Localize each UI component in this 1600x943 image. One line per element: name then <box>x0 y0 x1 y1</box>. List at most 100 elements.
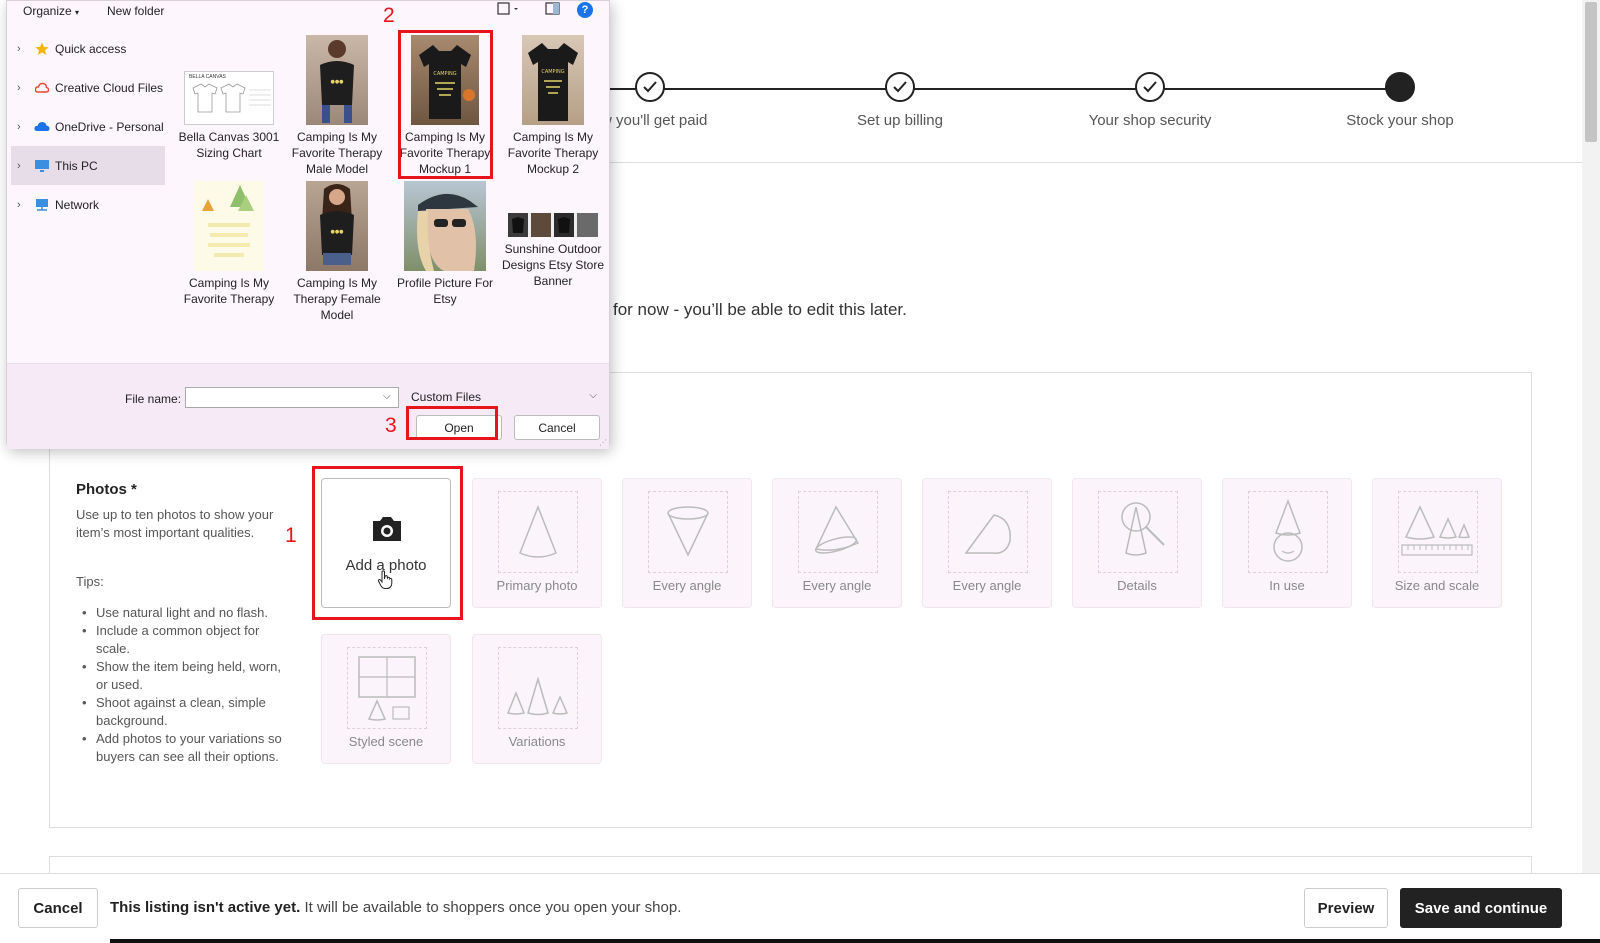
cone-lying-icon <box>964 514 1011 554</box>
photo-slot-every-angle-1[interactable]: Every angle <box>622 478 752 608</box>
listing-status-note: This listing isn't active yet. It will b… <box>110 899 681 916</box>
edit-later-note: for now - you’ll be able to edit this la… <box>613 300 907 319</box>
window-scene-icon <box>358 656 416 721</box>
check-icon <box>635 72 665 102</box>
navigation-pane: › Quick access › Creative Cloud Files › … <box>7 29 165 224</box>
svg-text:●●●: ●●● <box>330 79 344 85</box>
photo-slot-in-use[interactable]: In use <box>1222 478 1352 608</box>
slot-label: Styled scene <box>348 734 424 749</box>
female-model-photo-icon: ●●● <box>320 184 354 265</box>
photo-slot-every-angle-2[interactable]: Every angle <box>772 478 902 608</box>
chevron-right-icon[interactable]: › <box>17 160 33 172</box>
nav-label: Quick access <box>55 41 127 56</box>
step-label: Set up billing <box>857 112 943 129</box>
file-thumbnail <box>194 181 264 271</box>
photo-slot-every-angle-3[interactable]: Every angle <box>922 478 1052 608</box>
file-type-value: Custom Files <box>411 390 482 404</box>
tips-list: Use natural light and no flash. Include … <box>76 604 286 766</box>
three-cones-icon <box>506 676 569 716</box>
file-thumbnail: CAMPING <box>522 35 584 125</box>
annotation-number: 1 <box>285 524 297 547</box>
male-model-photo-icon: ●●● <box>320 40 354 123</box>
cloud-icon <box>33 120 51 134</box>
cancel-button[interactable]: Cancel <box>18 888 98 928</box>
nav-item-creative-cloud[interactable]: › Creative Cloud Files <box>7 68 165 107</box>
file-item[interactable]: CAMPING Camping Is My Favorite Therapy M… <box>501 35 605 177</box>
page-scrollbar[interactable] <box>1582 0 1600 873</box>
listing-status-bold: This listing isn't active yet. <box>110 899 301 916</box>
check-icon <box>1135 72 1165 102</box>
file-name: Bella Canvas 3001 Sizing Chart <box>178 130 280 160</box>
file-type-select[interactable]: Custom Files ⌵ <box>407 387 603 408</box>
slot-label: In use <box>1269 578 1305 593</box>
file-thumbnail: BELLA CANVAS <box>184 71 274 125</box>
nav-label: Creative Cloud Files <box>55 80 164 95</box>
step-security: Your shop security <box>1050 72 1250 129</box>
file-item[interactable]: Profile Picture For Etsy <box>393 181 497 307</box>
chevron-right-icon[interactable]: › <box>17 199 33 211</box>
scrollbar-thumb[interactable] <box>1585 2 1597 142</box>
nav-item-this-pc[interactable]: › This PC <box>11 146 165 185</box>
view-options-icon[interactable] <box>497 2 521 19</box>
new-folder-button[interactable]: New folder <box>107 4 164 18</box>
file-name: Camping Is My Favorite Therapy <box>183 276 275 306</box>
file-item[interactable]: Sunshine Outdoor Designs Etsy Store Bann… <box>501 213 605 289</box>
dialog-cancel-button[interactable]: Cancel <box>514 415 600 440</box>
nav-item-quick-access[interactable]: › Quick access <box>7 29 165 68</box>
organize-menu[interactable]: Organize ▾ <box>23 4 79 18</box>
file-thumbnail: ●●● <box>306 35 368 125</box>
magnifier-cone-icon <box>1121 502 1165 556</box>
file-thumbnail <box>508 213 598 237</box>
file-item[interactable]: BELLA CANVAS Bella Canvas 3001 Sizing Ch… <box>177 71 281 161</box>
cone-top-icon <box>667 506 709 557</box>
chevron-right-icon[interactable]: › <box>17 121 33 133</box>
nav-item-network[interactable]: › Network <box>7 185 165 224</box>
file-name-input[interactable] <box>185 387 399 408</box>
file-name: Sunshine Outdoor Designs Etsy Store Bann… <box>501 242 605 288</box>
help-icon[interactable]: ? <box>577 2 593 18</box>
step-billing: Set up billing <box>800 72 1000 129</box>
resize-grip-icon[interactable]: ⋰ <box>599 438 607 447</box>
photo-slot-variations[interactable]: Variations <box>472 634 602 764</box>
chevron-right-icon[interactable]: › <box>17 82 33 94</box>
slot-label: Primary photo <box>496 578 578 593</box>
network-icon <box>33 198 51 212</box>
file-item[interactable]: Camping Is My Favorite Therapy <box>177 181 281 307</box>
photo-slot-size-scale[interactable]: Size and scale <box>1372 478 1502 608</box>
tshirt-mockup-icon: CAMPING <box>528 43 578 121</box>
file-name: Camping Is My Favorite Therapy Male Mode… <box>291 130 383 176</box>
photo-slot-details[interactable]: Details <box>1072 478 1202 608</box>
file-name-label: File name: <box>125 392 182 406</box>
save-and-continue-button[interactable]: Save and continue <box>1400 888 1562 928</box>
slot-label: Every angle <box>952 578 1022 593</box>
file-item[interactable]: ●●● Camping Is My Favorite Therapy Male … <box>285 35 389 177</box>
preview-pane-icon[interactable] <box>545 2 561 19</box>
nav-item-onedrive[interactable]: › OneDrive - Personal <box>7 107 165 146</box>
preview-button[interactable]: Preview <box>1304 888 1388 928</box>
chevron-down-icon[interactable]: ⌵ <box>383 391 391 402</box>
chevron-right-icon[interactable]: › <box>17 43 33 55</box>
annotation-number: 2 <box>383 4 395 27</box>
file-item[interactable]: ●●● Camping Is My Therapy Female Model <box>285 181 389 323</box>
photos-title: Photos * <box>76 481 137 498</box>
photo-slot-primary[interactable]: Primary photo <box>472 478 602 608</box>
file-thumbnail <box>404 181 486 271</box>
organize-label: Organize <box>23 4 72 18</box>
progress-stepper: ow you'll get paid Set up billing Your s… <box>593 70 1480 150</box>
annotation-number: 3 <box>385 414 397 437</box>
tshirt-chart-icon <box>192 83 271 113</box>
thumb-caption: CAMPING <box>541 69 564 75</box>
slot-label: Details <box>1117 578 1157 593</box>
annotation-box-2 <box>398 30 493 179</box>
photo-slot-styled-scene[interactable]: Styled scene <box>321 634 451 764</box>
slot-label: Every angle <box>802 578 872 593</box>
star-icon <box>33 42 51 56</box>
tip-item: Use natural light and no flash. <box>76 604 286 622</box>
divider <box>600 162 1582 163</box>
check-icon <box>885 72 915 102</box>
file-name: Profile Picture For Etsy <box>396 276 494 306</box>
file-open-dialog: Organize ▾ New folder ? › Quick access ›… <box>6 0 610 449</box>
creative-cloud-icon <box>33 81 51 95</box>
tip-item: Shoot against a clean, simple background… <box>76 694 286 730</box>
tip-item: Add photos to your variations so buyers … <box>76 730 286 766</box>
